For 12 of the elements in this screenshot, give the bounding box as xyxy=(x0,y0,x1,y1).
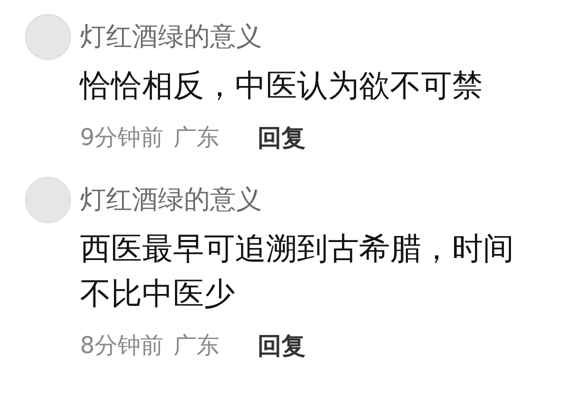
reply-button[interactable]: 回复 xyxy=(258,121,306,155)
username[interactable]: 灯红酒绿的意义 xyxy=(80,14,530,60)
username[interactable]: 灯红酒绿的意义 xyxy=(80,177,530,223)
comment-text: 西医最早可追溯到古希腊，时间不比中医少 xyxy=(80,230,515,314)
comment-time: 8分钟前 xyxy=(80,332,164,361)
comment-time: 9分钟前 xyxy=(80,124,164,153)
comment-location: 广东 xyxy=(174,332,220,361)
avatar[interactable] xyxy=(25,177,71,223)
comment-location: 广东 xyxy=(174,124,220,153)
avatar[interactable] xyxy=(25,14,71,60)
comment-text: 恰恰相反，中医认为欲不可禁 xyxy=(80,67,484,106)
reply-button[interactable]: 回复 xyxy=(258,329,306,363)
